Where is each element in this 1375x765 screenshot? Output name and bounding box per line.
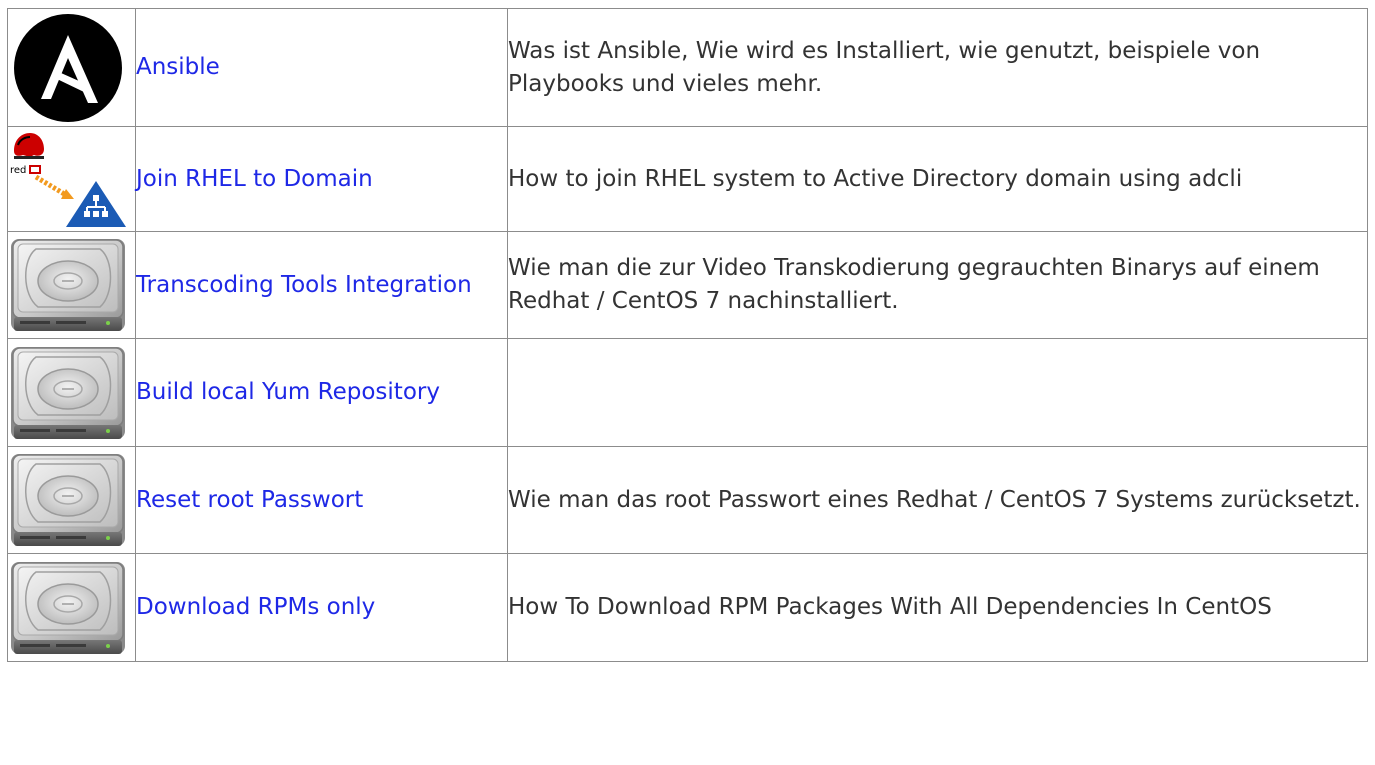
table-row: Download RPMs only How To Download RPM P…	[7, 553, 1368, 662]
table-row: Transcoding Tools Integration Wie man di…	[7, 231, 1368, 339]
pages-table: Ansible Was ist Ansible, Wie wird es Ins…	[7, 8, 1368, 662]
table-row: Build local Yum Repository	[7, 338, 1368, 447]
page-link[interactable]: Build local Yum Repository	[136, 379, 440, 405]
table-row: Reset root Passwort Wie man das root Pas…	[7, 446, 1368, 554]
description: How to join RHEL system to Active Direct…	[507, 126, 1368, 232]
icon-cell	[7, 553, 136, 662]
table-row: Ansible Was ist Ansible, Wie wird es Ins…	[7, 8, 1368, 127]
table-row: red Join RHEL to Domain How to join RHEL…	[7, 126, 1368, 232]
page-link[interactable]: Download RPMs only	[136, 594, 375, 620]
link-cell: Build local Yum Repository	[135, 338, 508, 447]
icon-cell	[7, 231, 136, 339]
description	[507, 338, 1368, 447]
link-cell: Download RPMs only	[135, 553, 508, 662]
icon-cell	[7, 446, 136, 554]
icon-cell: red	[7, 126, 136, 232]
hard-drive-icon[interactable]	[8, 560, 135, 656]
icon-cell	[7, 8, 136, 127]
ansible-logo-icon[interactable]	[8, 13, 135, 123]
link-cell: Reset root Passwort	[135, 446, 508, 554]
description: How To Download RPM Packages With All De…	[507, 553, 1368, 662]
page-link[interactable]: Reset root Passwort	[136, 487, 363, 513]
page-link[interactable]: Ansible	[136, 54, 220, 80]
icon-cell	[7, 338, 136, 447]
link-cell: Join RHEL to Domain	[135, 126, 508, 232]
hard-drive-icon[interactable]	[8, 237, 135, 333]
hard-drive-icon[interactable]	[8, 452, 135, 548]
hard-drive-icon[interactable]	[8, 345, 135, 441]
description: Wie man das root Passwort eines Redhat /…	[507, 446, 1368, 554]
redhat-join-domain-icon[interactable]: red	[8, 129, 135, 229]
description: Wie man die zur Video Transkodierung geg…	[507, 231, 1368, 339]
page-link[interactable]: Transcoding Tools Integration	[136, 272, 472, 298]
link-cell: Transcoding Tools Integration	[135, 231, 508, 339]
description: Was ist Ansible, Wie wird es Installiert…	[507, 8, 1368, 127]
page-link[interactable]: Join RHEL to Domain	[136, 166, 373, 192]
svg-text:red: red	[10, 165, 26, 176]
link-cell: Ansible	[135, 8, 508, 127]
